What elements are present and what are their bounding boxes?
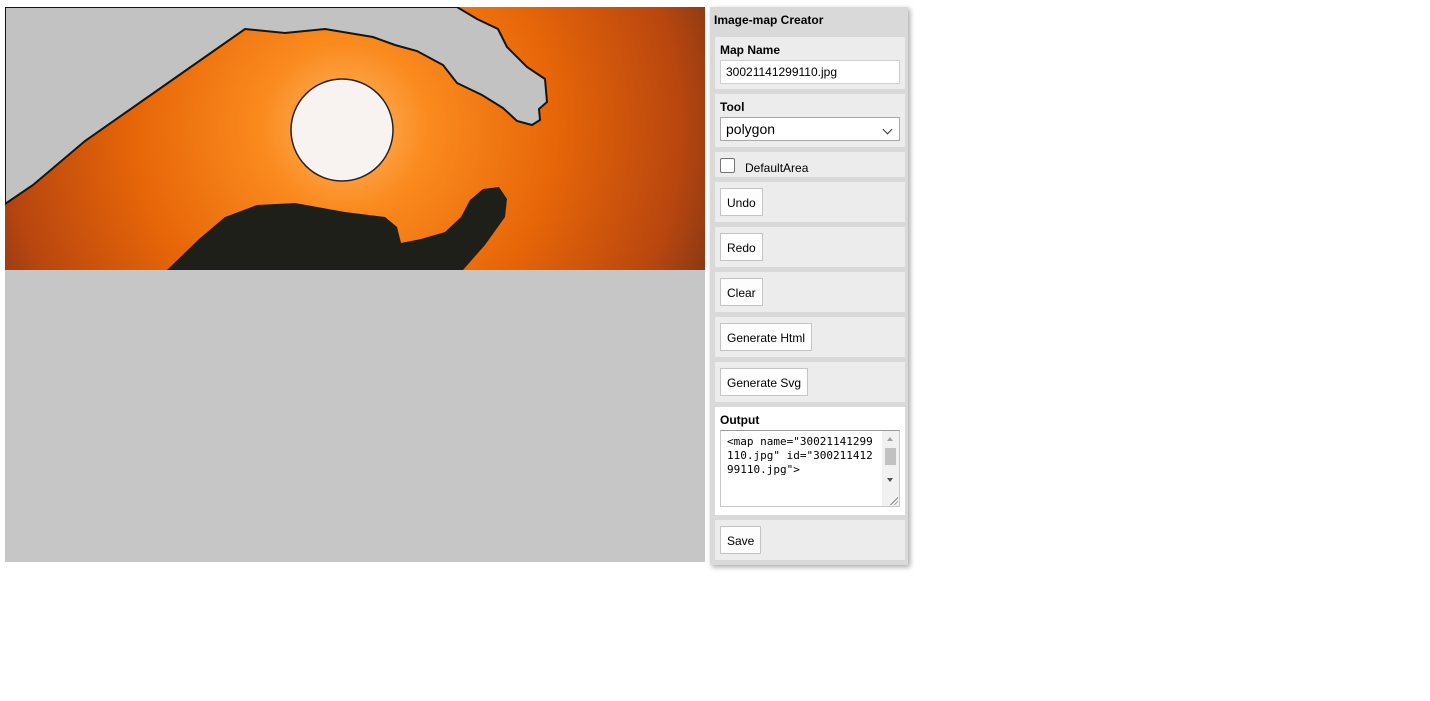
scroll-up-arrow-icon[interactable] xyxy=(887,437,893,441)
image-canvas[interactable] xyxy=(5,7,705,562)
scroll-thumb[interactable] xyxy=(885,448,896,465)
generate-html-button[interactable]: Generate Html xyxy=(720,323,813,351)
output-scrollbar[interactable] xyxy=(882,431,899,506)
default-area-section: DefaultArea xyxy=(715,152,905,177)
save-section: Save xyxy=(715,520,905,560)
tool-section: Tool polygon xyxy=(715,94,905,147)
redo-section: Redo xyxy=(715,227,905,267)
image-map-panel: Image-map Creator Map Name 3002114129911… xyxy=(710,7,908,565)
sun-circle xyxy=(290,78,394,182)
resize-grip-icon[interactable] xyxy=(889,496,898,505)
generate-html-section: Generate Html xyxy=(715,317,905,357)
clear-section: Clear xyxy=(715,272,905,312)
tool-label: Tool xyxy=(720,100,745,114)
tool-select[interactable]: polygon xyxy=(720,117,900,141)
output-text: <map name="30021141299110.jpg" id="30021… xyxy=(727,435,873,476)
redo-button[interactable]: Redo xyxy=(720,233,763,261)
output-textarea[interactable]: <map name="30021141299110.jpg" id="30021… xyxy=(720,430,900,507)
scroll-down-arrow-icon[interactable] xyxy=(887,478,893,482)
map-name-input[interactable]: 30021141299110.jpg xyxy=(720,60,900,84)
output-section: Output <map name="30021141299110.jpg" id… xyxy=(715,407,905,515)
tool-select-value: polygon xyxy=(726,121,776,137)
default-area-checkbox[interactable] xyxy=(720,158,735,173)
undo-section: Undo xyxy=(715,182,905,222)
map-name-label: Map Name xyxy=(720,43,781,57)
output-label: Output xyxy=(720,413,760,427)
generate-svg-section: Generate Svg xyxy=(715,362,905,402)
default-area-label: DefaultArea xyxy=(745,161,809,175)
panel-title: Image-map Creator xyxy=(714,13,824,27)
generate-svg-button[interactable]: Generate Svg xyxy=(720,368,809,396)
map-name-section: Map Name 30021141299110.jpg xyxy=(715,37,905,89)
clear-button[interactable]: Clear xyxy=(720,278,763,306)
editor-photo[interactable] xyxy=(5,7,705,270)
save-button[interactable]: Save xyxy=(720,526,762,554)
undo-button[interactable]: Undo xyxy=(720,188,763,216)
chevron-down-icon xyxy=(882,124,893,135)
